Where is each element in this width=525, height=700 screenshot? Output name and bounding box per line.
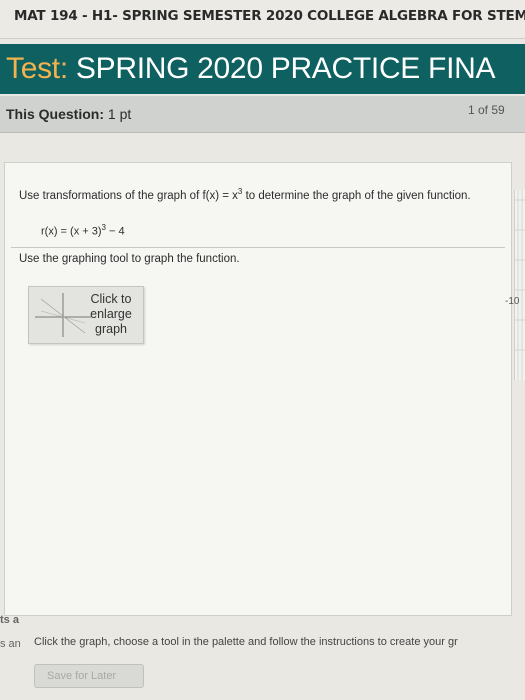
- graph-grid: [515, 190, 525, 380]
- test-name: SPRING 2020 PRACTICE FINA: [75, 52, 496, 85]
- graph-canvas-edge[interactable]: [514, 190, 525, 380]
- enlarge-graph-button[interactable]: Click to enlarge graph: [28, 286, 144, 344]
- test-title-bar: Test: SPRING 2020 PRACTICE FINA: [0, 44, 525, 94]
- question-panel: Use transformations of the graph of f(x)…: [4, 162, 512, 616]
- divider: [11, 247, 505, 248]
- function-prefix: r(x) = (x + 3): [41, 225, 102, 238]
- question-bar: This Question: 1 pt: [0, 96, 525, 133]
- graph-axis-tick: -10: [505, 296, 520, 307]
- course-title: MAT 194 - H1- SPRING SEMESTER 2020 COLLE…: [14, 8, 525, 24]
- enlarge-graph-label: Click to enlarge graph: [90, 292, 132, 336]
- instruction-prefix: Use transformations of the graph of f(x)…: [19, 189, 238, 202]
- clipped-text-line-1: ts a: [0, 614, 19, 626]
- test-title: Test: SPRING 2020 PRACTICE FINA: [6, 52, 496, 86]
- clipped-text-line-2: s an: [0, 638, 21, 650]
- function-suffix: − 4: [105, 225, 125, 238]
- question-points-value: 1 pt: [107, 106, 132, 122]
- question-label: This Question:: [6, 106, 104, 122]
- function-expression: r(x) = (x + 3)3 − 4: [41, 223, 125, 238]
- instruction-suffix: to determine the graph of the given func…: [242, 189, 471, 202]
- course-header: MAT 194 - H1- SPRING SEMESTER 2020 COLLE…: [0, 0, 525, 39]
- test-label: Test:: [6, 52, 68, 85]
- problem-instruction: Use transformations of the graph of f(x)…: [19, 185, 489, 203]
- tool-instruction: Use the graphing tool to graph the funct…: [19, 253, 240, 265]
- graph-instruction: Click the graph, choose a tool in the pa…: [34, 636, 458, 648]
- question-counter[interactable]: 1 of 59: [468, 103, 505, 117]
- question-points: This Question: 1 pt: [6, 106, 131, 122]
- save-for-later-button[interactable]: Save for Later: [34, 664, 144, 688]
